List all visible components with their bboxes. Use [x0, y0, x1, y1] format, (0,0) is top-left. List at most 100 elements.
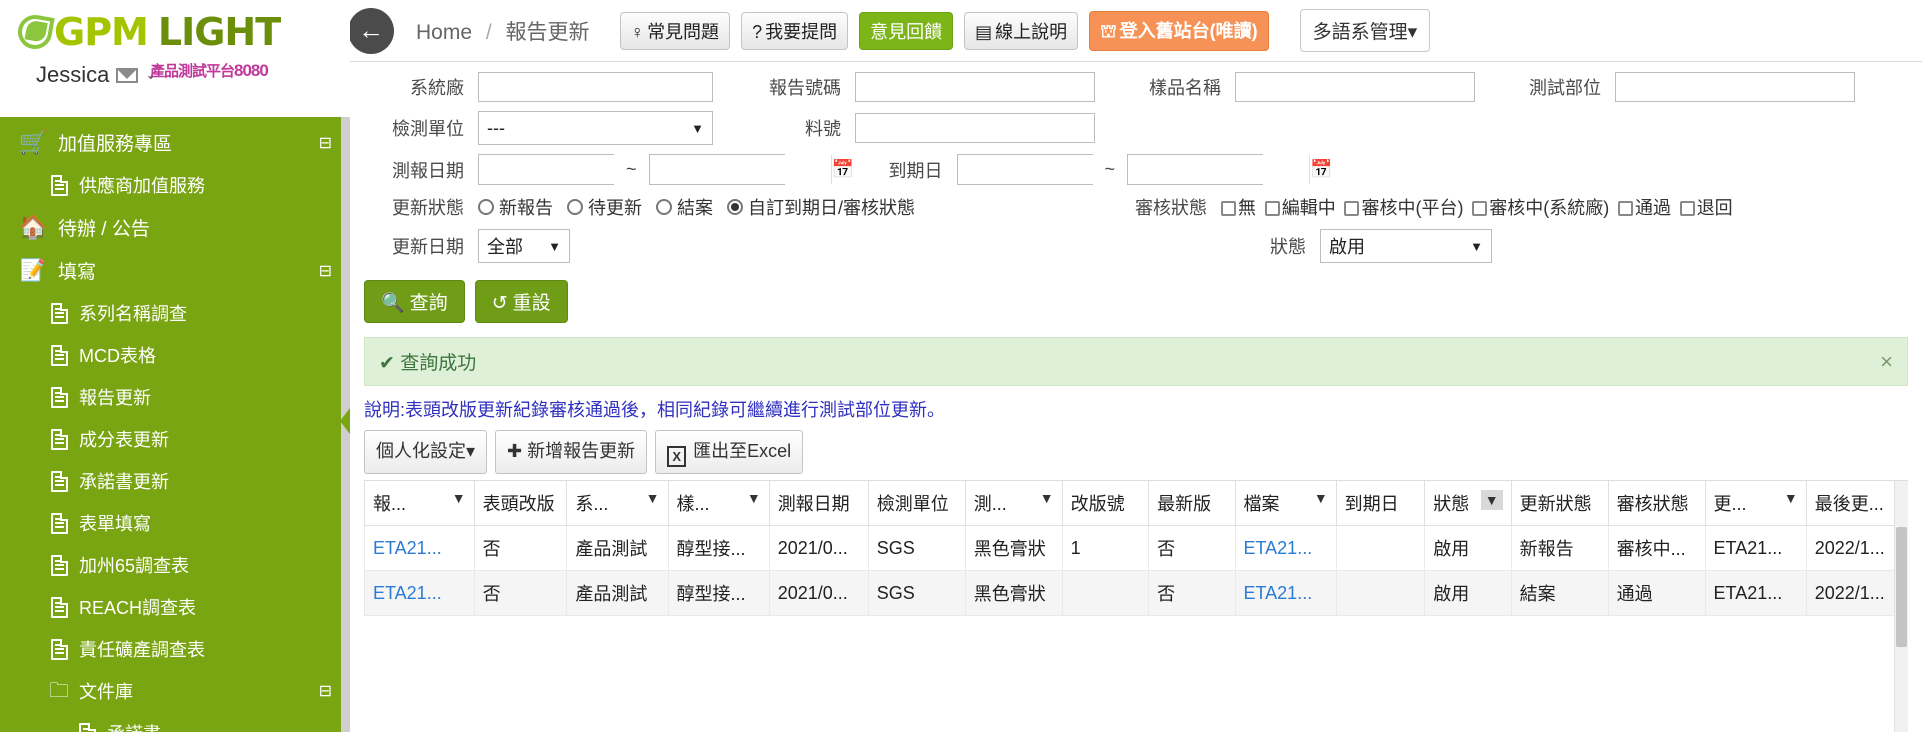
checkbox-returned[interactable] [1679, 201, 1695, 216]
update-date-select[interactable]: 全部 ▼ [478, 229, 570, 263]
calendar-icon[interactable]: 📅 [1309, 155, 1332, 184]
sidebar-item-reach-survey[interactable]: REACH調查表 [0, 586, 350, 628]
back-arrow-icon[interactable]: ← [348, 7, 394, 54]
collapse-toggle-icon[interactable]: ⊟ [319, 681, 332, 701]
table-column-header[interactable]: 到期日 [1335, 481, 1426, 526]
table-column-header[interactable]: 審核狀態 [1607, 481, 1706, 526]
table-column-header[interactable]: 最新版 [1148, 481, 1236, 526]
sidebar-item-todo-announce[interactable]: 🏠 待辦 / 公告 [0, 206, 350, 249]
sidebar-item-supplier-value-added[interactable]: 供應商加值服務 [0, 164, 350, 206]
test-date-from[interactable]: 📅 [478, 154, 683, 185]
checkbox-passed[interactable] [1617, 201, 1633, 216]
feedback-button[interactable]: 意見回饋 [859, 11, 954, 50]
radio-new-report[interactable] [478, 199, 494, 215]
table-cell-link[interactable]: ETA21... [1234, 570, 1337, 616]
table-column-header[interactable]: 更新狀態 [1510, 481, 1609, 526]
sample-name-input[interactable] [1235, 72, 1475, 102]
filter-icon[interactable]: ▼ [452, 490, 466, 506]
export-excel-button[interactable]: X 匯出至Excel [655, 430, 804, 474]
test-lab-select[interactable]: --- ▼ [478, 111, 713, 145]
test-part-input[interactable] [1615, 72, 1855, 102]
filter-icon[interactable]: ▼ [1040, 490, 1054, 506]
field-expiry-date: 到期日 📅 ~ 📅 [851, 154, 1332, 185]
expiry-date-from[interactable]: 📅 [956, 154, 1162, 185]
part-number-input[interactable] [855, 113, 1095, 143]
sidebar-item-value-added[interactable]: 🛒 加值服務專區 ⊟ [0, 121, 350, 164]
reset-button[interactable]: ↺ 重設 [474, 280, 568, 323]
language-management-dropdown[interactable]: 多語系管理▾ [1299, 9, 1431, 52]
report-number-input[interactable] [855, 72, 1095, 102]
ask-question-button[interactable]: ? 我要提問 [741, 11, 849, 50]
sidebar-item-commitment-doc[interactable]: 承諾書 [0, 712, 350, 732]
expiry-date-to-input[interactable] [1128, 155, 1310, 184]
test-date-to[interactable]: 📅 [648, 154, 854, 185]
table-row[interactable]: ETA21... 否產品測試 醇型接... 2021/0... SGS 黑色膏狀 1 否 ETA… [364, 525, 1908, 571]
filter-icon[interactable]: ▼ [1784, 490, 1798, 506]
sidebar-item-mcd-form[interactable]: MCD表格 [0, 334, 350, 376]
table-cell-link[interactable]: ETA21... [364, 570, 475, 616]
collapse-toggle-icon[interactable]: ⊟ [319, 261, 332, 281]
sidebar-item-series-name-survey[interactable]: 系列名稱調查 [0, 292, 350, 334]
table-column-header[interactable]: 系... ▼ [566, 481, 669, 526]
radio-closed[interactable] [656, 199, 672, 215]
sidebar-item-document-library[interactable]: 🗀 文件庫 ⊟ [0, 670, 350, 712]
close-icon[interactable]: × [1880, 349, 1893, 375]
legacy-site-login-button[interactable]: ⛫ 登入舊站台(唯讀) [1089, 10, 1269, 51]
collapse-toggle-icon[interactable]: ⊟ [319, 133, 332, 153]
personalize-settings-button[interactable]: 個人化設定▾ [364, 430, 488, 474]
reset-button-label: 重設 [512, 293, 551, 314]
scrollbar-thumb[interactable] [1896, 527, 1907, 647]
checkbox-editing[interactable] [1264, 201, 1280, 216]
state-select[interactable]: 啟用 ▼ [1320, 229, 1492, 263]
table-column-header[interactable]: 表頭改版 [473, 481, 568, 526]
table-column-header[interactable]: 檔案 ▼ [1234, 481, 1337, 526]
sidebar-item-label: 加州65調查表 [79, 556, 190, 576]
chevron-down-icon: ▼ [1470, 238, 1483, 254]
table-column-header[interactable]: 報... ▼ [364, 481, 475, 526]
table-column-header[interactable]: 更... ▼ [1704, 481, 1807, 526]
table-column-header[interactable]: 最後更... [1805, 481, 1908, 526]
brand-subtitle: 產品測試平台8080 [150, 60, 269, 81]
radio-pending-update[interactable] [567, 199, 583, 215]
sidebar-item-commitment-update[interactable]: 承諾書更新 [0, 460, 350, 502]
table-column-header[interactable]: 改版號 [1061, 481, 1150, 526]
sidebar-item-form-fill[interactable]: 表單填寫 [0, 502, 350, 544]
search-button[interactable]: 🔍 查詢 [364, 280, 465, 323]
sidebar-item-fill-in[interactable]: 📝 填寫 ⊟ [0, 249, 350, 292]
system-plant-input[interactable] [478, 72, 713, 102]
checkbox-reviewing-platform[interactable] [1344, 201, 1360, 216]
filter-icon[interactable]: ▼ [747, 490, 761, 506]
sidebar-item-report-update[interactable]: 報告更新 [0, 376, 350, 418]
table-cell-link[interactable]: ETA21... [1234, 525, 1337, 571]
table-row[interactable]: ETA21... 否產品測試 醇型接... 2021/0... SGS 黑色膏狀否 ETA2… [364, 570, 1908, 616]
sidebar-item-composition-update[interactable]: 成分表更新 [0, 418, 350, 460]
filter-icon[interactable]: ▼ [1314, 490, 1328, 506]
checkbox-none[interactable] [1221, 201, 1237, 216]
table-column-header[interactable]: 檢測單位 [867, 481, 966, 526]
envelope-icon[interactable] [116, 67, 139, 83]
table-column-header[interactable]: 狀態 ▼ [1424, 481, 1512, 526]
radio-custom-expiry-review[interactable] [727, 199, 743, 215]
table-scrollbar[interactable]: ▲ [1894, 481, 1908, 732]
sidebar-item-ca65-survey[interactable]: 加州65調查表 [0, 544, 350, 586]
table-column-header[interactable]: 測報日期 [768, 481, 869, 526]
table-column-header[interactable]: 測... ▼ [964, 481, 1063, 526]
label-report-number: 報告號碼 [769, 78, 841, 98]
sidebar-item-conflict-minerals-survey[interactable]: 責任礦產調查表 [0, 628, 350, 670]
brand-logo[interactable]: GPM LIGHT [15, 10, 350, 54]
brand-gpm: GPM [54, 10, 149, 54]
test-date-to-input[interactable] [649, 155, 831, 184]
add-report-update-button[interactable]: ✚ 新增報告更新 [495, 430, 648, 474]
checkbox-reviewing-system-plant[interactable] [1472, 201, 1488, 216]
filter-icon[interactable]: ▼ [646, 490, 660, 506]
table-cell-link[interactable]: ETA21... [364, 525, 475, 571]
breadcrumb-home[interactable]: Home [416, 21, 472, 44]
pencil-icon: 📝 [19, 259, 47, 282]
faq-button[interactable]: ♀ 常見問題 [619, 11, 731, 50]
language-label: 多語系管理 [1312, 22, 1408, 43]
table-column-header[interactable]: 樣... ▼ [667, 481, 770, 526]
expiry-date-to[interactable]: 📅 [1127, 154, 1332, 185]
online-help-button[interactable]: ▤ 線上說明 [964, 11, 1079, 50]
filter-icon[interactable]: ▼ [1480, 490, 1503, 510]
sidebar-item-label: 系列名稱調查 [79, 304, 187, 324]
